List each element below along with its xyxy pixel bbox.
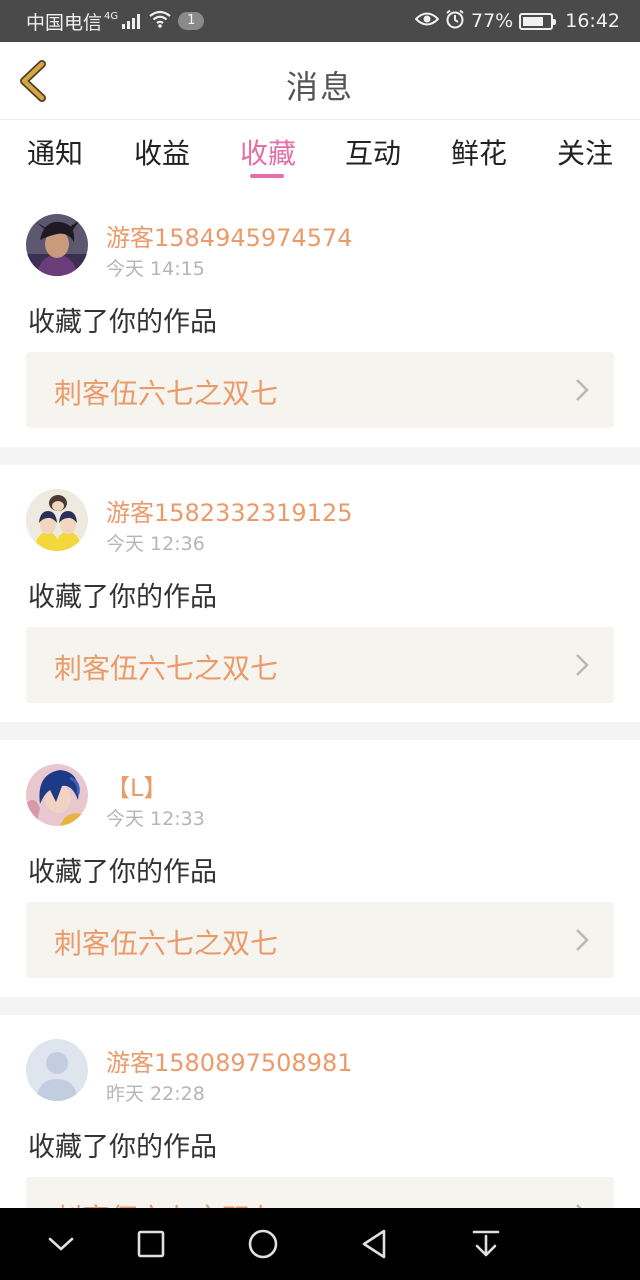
- anime-blue-hair-avatar[interactable]: [26, 764, 88, 826]
- tab-earnings[interactable]: 收益: [107, 132, 217, 172]
- work-title: 刺客伍六七之双七: [54, 652, 279, 685]
- anime-pair-avatar[interactable]: [26, 489, 88, 551]
- chevron-right-icon: [572, 651, 592, 679]
- action-text: 收藏了你的作品: [28, 307, 217, 338]
- work-link[interactable]: 刺客伍六七之双七: [26, 627, 614, 703]
- timestamp: 今天 12:33: [106, 808, 205, 830]
- alarm-icon: [445, 9, 465, 34]
- notification-card: 【L】 今天 12:33 收藏了你的作品 刺客伍六七之双七: [0, 740, 640, 997]
- status-bar: 中国电信 4G 1 77% 16:42: [0, 0, 640, 42]
- notification-card: 游客1584945974574 今天 14:15 收藏了你的作品 刺客伍六七之双…: [0, 190, 640, 447]
- hide-nav-chevron-icon[interactable]: [40, 1224, 82, 1264]
- eye-icon: [414, 10, 440, 32]
- network-type: 4G: [104, 10, 119, 22]
- username[interactable]: 游客1584945974574: [106, 218, 353, 253]
- tab-interactions[interactable]: 互动: [318, 132, 428, 172]
- battery-icon: [519, 12, 557, 30]
- recent-apps-icon[interactable]: [130, 1224, 172, 1264]
- back-icon[interactable]: [354, 1224, 396, 1264]
- work-link[interactable]: 刺客伍六七之双七: [26, 352, 614, 428]
- tab-following[interactable]: 关注: [530, 132, 640, 172]
- active-tab-indicator: [250, 174, 284, 178]
- username[interactable]: 游客1582332319125: [106, 493, 353, 528]
- timestamp: 昨天 22:28: [106, 1083, 205, 1105]
- work-title: 刺客伍六七之双七: [54, 927, 279, 960]
- battery-percent: 77%: [471, 10, 514, 32]
- username[interactable]: 【L】: [106, 768, 167, 803]
- notification-card: 游客1580897508981 昨天 22:28 收藏了你的作品 刺客伍六七之双…: [0, 1015, 640, 1208]
- wifi-icon: [148, 10, 172, 33]
- chevron-right-icon: [572, 376, 592, 404]
- clock: 16:42: [565, 10, 620, 32]
- timestamp: 今天 14:15: [106, 258, 205, 280]
- notification-feed[interactable]: 游客1584945974574 今天 14:15 收藏了你的作品 刺客伍六七之双…: [0, 190, 640, 1208]
- tab-flowers[interactable]: 鲜花: [424, 132, 534, 172]
- page-title: 消息: [285, 68, 354, 106]
- work-title: 刺客伍六七之双七: [54, 1197, 278, 1208]
- tab-notifications[interactable]: 通知: [0, 132, 110, 172]
- home-icon[interactable]: [242, 1224, 284, 1264]
- chevron-right-icon: [572, 1201, 592, 1208]
- anime-boy-avatar[interactable]: [26, 214, 88, 276]
- signal-icon: [122, 13, 141, 29]
- tab-bar: 通知 收益 收藏 互动 鲜花 关注: [0, 120, 640, 190]
- action-text: 收藏了你的作品: [28, 857, 217, 888]
- work-title: 刺客伍六七之双七: [54, 377, 279, 410]
- default-user-avatar[interactable]: [26, 1039, 88, 1101]
- notification-count-badge: 1: [178, 12, 205, 30]
- notification-pulldown-icon[interactable]: [465, 1224, 507, 1264]
- work-link[interactable]: 刺客伍六七之双七: [26, 1177, 614, 1208]
- notification-card: 游客1582332319125 今天 12:36 收藏了你的作品 刺客伍六七之双…: [0, 465, 640, 722]
- carrier-label: 中国电信: [26, 11, 103, 34]
- username[interactable]: 游客1580897508981: [106, 1043, 353, 1078]
- work-link[interactable]: 刺客伍六七之双七: [26, 902, 614, 978]
- action-text: 收藏了你的作品: [28, 1132, 217, 1163]
- tab-favorites[interactable]: 收藏: [213, 132, 323, 172]
- action-text: 收藏了你的作品: [28, 582, 217, 613]
- chevron-right-icon: [572, 926, 592, 954]
- system-nav-bar: [0, 1208, 640, 1280]
- app-header: 消息: [0, 42, 640, 120]
- timestamp: 今天 12:36: [106, 533, 205, 555]
